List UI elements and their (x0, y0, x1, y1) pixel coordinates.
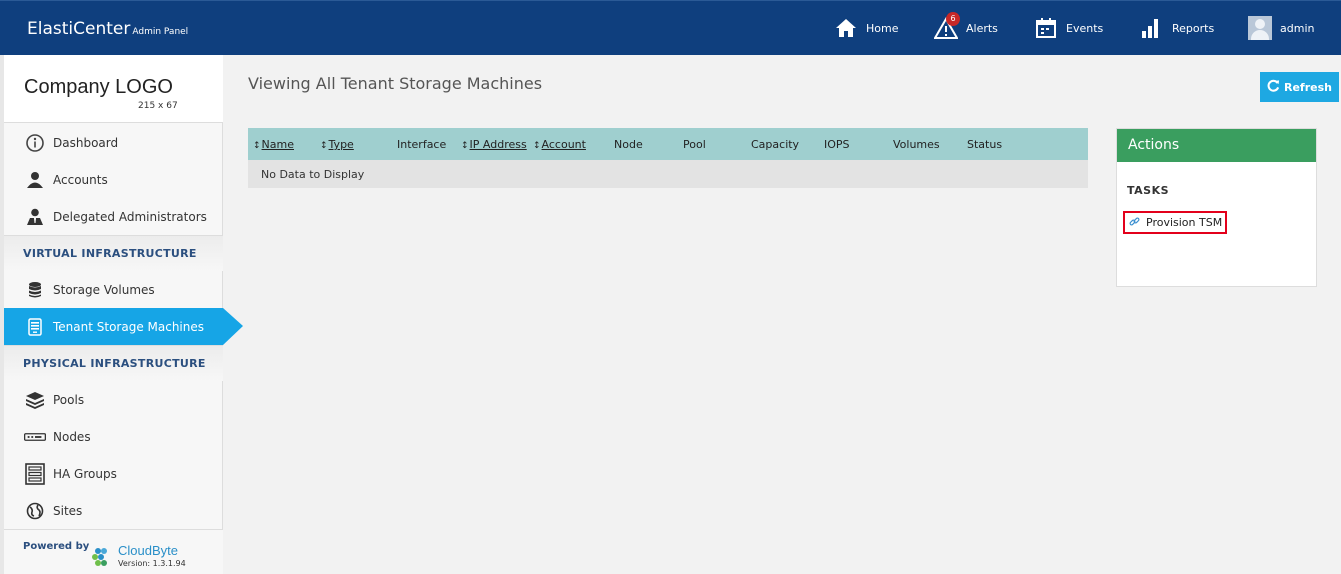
refresh-button[interactable]: Refresh (1260, 72, 1339, 102)
nav-home-label: Home (866, 21, 899, 35)
tasks-heading: TASKS (1127, 184, 1170, 197)
sidebar-item-delegated-admins[interactable]: Delegated Administrators (4, 198, 223, 235)
table-row: No Data to Display (248, 160, 1088, 188)
column-header-volumes: Volumes (893, 138, 940, 151)
section-virtual-infrastructure: VIRTUAL INFRASTRUCTURE (4, 235, 223, 271)
refresh-icon (1267, 79, 1280, 96)
nav-events[interactable]: Events (1034, 13, 1103, 43)
sidebar-item-label: Tenant Storage Machines (53, 319, 205, 334)
active-item-pointer (223, 308, 243, 345)
actions-panel: Actions TASKS Provision TSM (1116, 128, 1317, 287)
empty-table-message: No Data to Display (261, 168, 365, 181)
avatar (1248, 16, 1272, 40)
server-icon (24, 316, 46, 338)
user-icon (24, 169, 46, 191)
sidebar-item-ha-groups[interactable]: HA Groups (4, 455, 223, 492)
provision-tsm-link[interactable]: Provision TSM (1123, 211, 1227, 234)
sidebar-item-accounts[interactable]: Accounts (4, 161, 223, 198)
table-header: ↕Name ↕Type Interface ↕IP Address ↕Accou… (248, 128, 1088, 160)
nav-events-label: Events (1066, 21, 1104, 35)
powered-by-label: Powered by (23, 541, 90, 552)
alert-icon: 6 (933, 12, 960, 40)
app-brand[interactable]: ElastiCenter Admin Panel (27, 19, 188, 39)
cloudbyte-brand: CloudByte (118, 543, 178, 558)
sort-icon: ↕ (253, 141, 261, 151)
sidebar-item-label: Storage Volumes (53, 282, 155, 297)
provision-tsm-label: Provision TSM (1146, 216, 1223, 229)
sidebar-item-pools[interactable]: Pools (4, 381, 223, 418)
dashboard-icon (24, 132, 46, 154)
layers-icon (24, 389, 46, 411)
column-header-ip-address[interactable]: ↕IP Address (461, 138, 527, 151)
nav-user-menu[interactable]: admin (1248, 13, 1314, 43)
column-header-account[interactable]: ↕Account (533, 138, 586, 151)
actions-panel-title: Actions (1117, 129, 1316, 162)
sort-icon: ↕ (461, 141, 469, 151)
column-header-capacity: Capacity (751, 138, 800, 151)
sidebar-item-label: Nodes (53, 429, 91, 444)
sidebar-item-storage-volumes[interactable]: Storage Volumes (4, 271, 223, 308)
logo-size-text: 215 x 67 (138, 101, 178, 111)
username-label: admin (1280, 21, 1315, 35)
bar-chart-icon (1140, 16, 1164, 40)
refresh-button-label: Refresh (1284, 80, 1332, 94)
section-physical-infrastructure: PHYSICAL INFRASTRUCTURE (4, 345, 223, 381)
sidebar-item-label: Dashboard (53, 135, 119, 150)
app-name: ElastiCenter (27, 19, 131, 39)
column-header-status: Status (967, 138, 1003, 151)
database-icon (24, 279, 46, 301)
sidebar-item-label: HA Groups (53, 466, 117, 481)
cloudbyte-logo-icon (92, 548, 107, 566)
nav-reports[interactable]: Reports (1140, 13, 1214, 43)
column-header-node: Node (614, 138, 643, 151)
admin-icon (24, 206, 46, 228)
column-header-interface: Interface (397, 138, 447, 151)
nav-home[interactable]: Home (834, 13, 898, 43)
nav-reports-label: Reports (1172, 21, 1215, 35)
sidebar-item-nodes[interactable]: Nodes (4, 418, 223, 455)
logo-text: Company LOGO (24, 76, 173, 98)
column-header-name[interactable]: ↕Name (253, 138, 294, 151)
sidebar-item-dashboard[interactable]: Dashboard (4, 124, 223, 161)
app-subtitle: Admin Panel (132, 27, 189, 37)
version-text: Version: 1.3.1.94 (118, 559, 186, 568)
sidebar-item-label: Accounts (53, 172, 108, 187)
powered-by-footer: Powered by CloudByte Version: 1.3.1.94 (4, 529, 223, 574)
sidebar-item-sites[interactable]: Sites (4, 492, 223, 529)
link-icon (1129, 216, 1140, 230)
globe-icon (24, 500, 46, 522)
company-logo[interactable]: Company LOGO 215 x 67 (4, 55, 223, 123)
nav-alerts[interactable]: 6 Alerts (933, 12, 998, 43)
page-title: Viewing All Tenant Storage Machines (248, 74, 543, 93)
rack-icon (24, 462, 46, 485)
top-nav-bar: ElastiCenter Admin Panel Home 6 Alerts Ev… (0, 0, 1341, 55)
tsm-table: ↕Name ↕Type Interface ↕IP Address ↕Accou… (248, 128, 1088, 188)
calendar-icon (1034, 16, 1058, 40)
column-header-pool: Pool (683, 138, 706, 151)
node-icon (24, 426, 46, 448)
sidebar-item-tenant-storage-machines[interactable]: Tenant Storage Machines (4, 308, 223, 345)
column-header-iops: IOPS (824, 138, 850, 151)
sort-icon: ↕ (320, 141, 328, 151)
sidebar-item-label: Sites (53, 503, 83, 518)
sidebar-item-label: Delegated Administrators (53, 209, 207, 224)
sidebar-item-label: Pools (53, 392, 85, 407)
home-icon (834, 16, 858, 40)
alert-count-badge: 6 (946, 12, 960, 26)
sidebar: Company LOGO 215 x 67 Dashboard Accounts… (0, 55, 243, 574)
sort-icon: ↕ (533, 141, 541, 151)
column-header-type[interactable]: ↕Type (320, 138, 354, 151)
nav-alerts-label: Alerts (966, 21, 998, 35)
